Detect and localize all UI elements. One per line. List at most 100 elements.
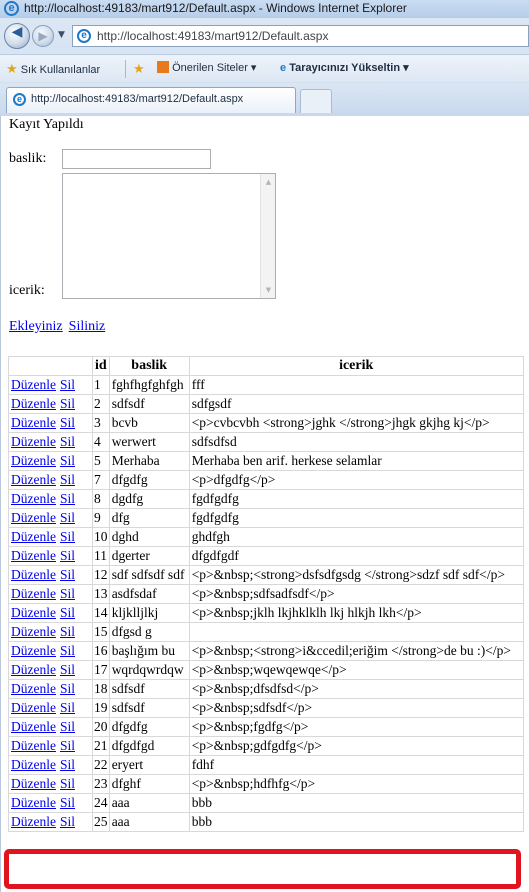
edit-link[interactable]: Düzenle (11, 472, 56, 487)
delete-row-link[interactable]: Sil (60, 586, 75, 601)
delete-row-link[interactable]: Sil (60, 776, 75, 791)
cell-id: 24 (92, 793, 110, 813)
edit-link[interactable]: Düzenle (11, 776, 56, 791)
row-actions: Düzenle Sil (8, 394, 93, 414)
edit-link[interactable]: Düzenle (11, 548, 56, 563)
edit-link[interactable]: Düzenle (11, 757, 56, 772)
add-favorite-icon: ★ (133, 61, 145, 76)
row-actions: Düzenle Sil (8, 755, 93, 775)
delete-link[interactable]: Siliniz (69, 319, 106, 334)
table-row: Düzenle Sil 15 dfgsd g (8, 622, 524, 642)
delete-row-link[interactable]: Sil (60, 472, 75, 487)
row-actions: Düzenle Sil (8, 413, 93, 433)
edit-link[interactable]: Düzenle (11, 662, 56, 677)
delete-row-link[interactable]: Sil (60, 529, 75, 544)
scroll-down-icon[interactable]: ▼ (261, 282, 276, 298)
delete-row-link[interactable]: Sil (60, 434, 75, 449)
cell-icerik: <p>&nbsp;sdfsadfsdf</p> (188, 584, 524, 604)
baslik-input[interactable] (62, 149, 211, 169)
scroll-up-icon[interactable]: ▲ (261, 174, 276, 190)
cell-icerik: <p>&nbsp;<strong>dsfsdfgsdg </strong>sdz… (188, 565, 524, 585)
delete-row-link[interactable]: Sil (60, 700, 75, 715)
edit-link[interactable]: Düzenle (11, 396, 56, 411)
delete-row-link[interactable]: Sil (60, 548, 75, 563)
delete-row-link[interactable]: Sil (60, 795, 75, 810)
row-actions: Düzenle Sil (8, 489, 93, 509)
cell-icerik: fff (188, 375, 524, 395)
table-row: Düzenle Sil 23 dfghf <p>&nbsp;hdfhfg</p> (8, 774, 524, 794)
row-actions: Düzenle Sil (8, 565, 93, 585)
delete-row-link[interactable]: Sil (60, 396, 75, 411)
forward-button[interactable]: ▶ (32, 25, 54, 47)
table-row: Düzenle Sil 1 fghfhgfghfgh fff (8, 375, 524, 395)
delete-row-link[interactable]: Sil (60, 415, 75, 430)
address-text[interactable]: http://localhost:49183/mart912/Default.a… (97, 29, 328, 43)
table-row: Düzenle Sil 17 wqrdqwrdqw <p>&nbsp;wqewqewqe… (8, 660, 524, 680)
delete-row-link[interactable]: Sil (60, 757, 75, 772)
edit-link[interactable]: Düzenle (11, 434, 56, 449)
edit-link[interactable]: Düzenle (11, 643, 56, 658)
upgrade-browser-label: Tarayıcınızı Yükseltin ▾ (289, 62, 409, 74)
cell-baslik: başlığım bu (108, 641, 190, 661)
delete-row-link[interactable]: Sil (60, 567, 75, 582)
edit-link[interactable]: Düzenle (11, 453, 56, 468)
edit-link[interactable]: Düzenle (11, 700, 56, 715)
edit-link[interactable]: Düzenle (11, 719, 56, 734)
cell-id: 1 (92, 375, 110, 395)
delete-row-link[interactable]: Sil (60, 814, 75, 829)
add-favorite-button[interactable]: ★ (133, 61, 145, 77)
delete-row-link[interactable]: Sil (60, 738, 75, 753)
textarea-scrollbar[interactable]: ▲ ▼ (260, 174, 275, 298)
table-row: Düzenle Sil 14 kljklljlkj <p>&nbsp;jklh lkjh… (8, 603, 524, 623)
upgrade-browser-button[interactable]: e Tarayıcınızı Yükseltin ▾ (280, 61, 409, 74)
header-icerik: icerik (188, 356, 524, 376)
edit-link[interactable]: Düzenle (11, 510, 56, 525)
suggested-sites-button[interactable]: Önerilen Siteler ▾ (157, 61, 256, 74)
edit-link[interactable]: Düzenle (11, 491, 56, 506)
delete-row-link[interactable]: Sil (60, 510, 75, 525)
tab-active[interactable]: e http://localhost:49183/mart912/Default… (6, 87, 296, 113)
delete-row-link[interactable]: Sil (60, 719, 75, 734)
delete-row-link[interactable]: Sil (60, 624, 75, 639)
cell-icerik: <p>&nbsp;fgdfg</p> (188, 717, 524, 737)
cell-id: 16 (92, 641, 110, 661)
edit-link[interactable]: Düzenle (11, 738, 56, 753)
history-dropdown-icon[interactable]: ▼ (58, 30, 65, 40)
delete-row-link[interactable]: Sil (60, 453, 75, 468)
edit-link[interactable]: Düzenle (11, 814, 56, 829)
favorites-button[interactable]: ★ Sık Kullanılanlar (6, 61, 100, 77)
favorites-label: Sık Kullanılanlar (20, 64, 101, 76)
cell-baslik: dfgdfg (108, 470, 190, 490)
address-bar[interactable]: e http://localhost:49183/mart912/Default… (72, 25, 529, 47)
edit-link[interactable]: Düzenle (11, 586, 56, 601)
back-button[interactable]: ◀ (4, 23, 30, 49)
edit-link[interactable]: Düzenle (11, 415, 56, 430)
add-link[interactable]: Ekleyiniz (9, 319, 63, 334)
favorites-star-icon: ★ (6, 61, 18, 76)
delete-row-link[interactable]: Sil (60, 377, 75, 392)
cell-id: 25 (92, 812, 110, 832)
edit-link[interactable]: Düzenle (11, 529, 56, 544)
icerik-textarea[interactable]: ▲ ▼ (62, 173, 276, 299)
delete-row-link[interactable]: Sil (60, 605, 75, 620)
cell-icerik: bbb (188, 812, 524, 832)
delete-row-link[interactable]: Sil (60, 681, 75, 696)
delete-row-link[interactable]: Sil (60, 662, 75, 677)
delete-row-link[interactable]: Sil (60, 643, 75, 658)
header-baslik: baslik (108, 356, 190, 376)
edit-link[interactable]: Düzenle (11, 624, 56, 639)
edit-link[interactable]: Düzenle (11, 567, 56, 582)
cell-id: 4 (92, 432, 110, 452)
cell-baslik: dfgdfgd (108, 736, 190, 756)
row-actions: Düzenle Sil (8, 698, 93, 718)
new-tab-button[interactable] (300, 89, 332, 113)
cell-id: 20 (92, 717, 110, 737)
cell-baslik: asdfsdaf (108, 584, 190, 604)
edit-link[interactable]: Düzenle (11, 605, 56, 620)
edit-link[interactable]: Düzenle (11, 681, 56, 696)
edit-link[interactable]: Düzenle (11, 795, 56, 810)
tab-page-icon: e (13, 93, 26, 106)
edit-link[interactable]: Düzenle (11, 377, 56, 392)
delete-row-link[interactable]: Sil (60, 491, 75, 506)
row-actions: Düzenle Sil (8, 432, 93, 452)
